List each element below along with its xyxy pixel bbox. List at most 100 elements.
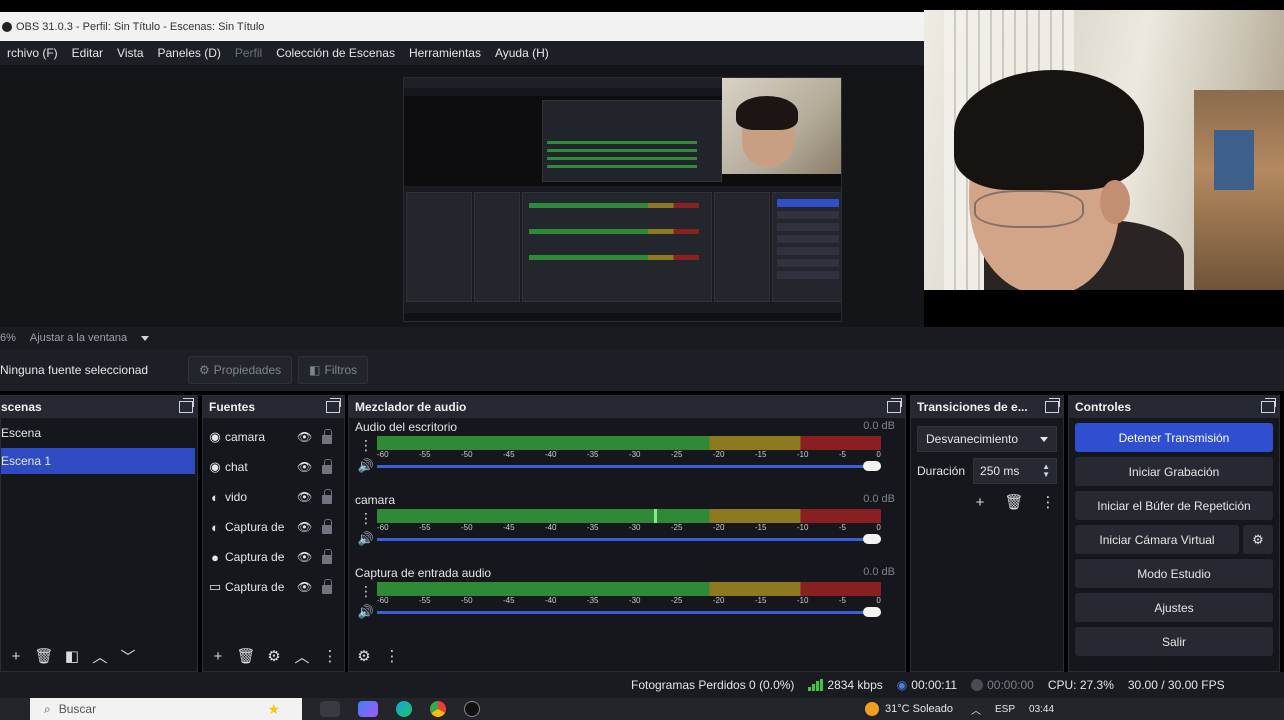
replay-buffer-button[interactable]: Iniciar el Búfer de Repetición: [1075, 491, 1273, 520]
add-icon[interactable]: +: [205, 644, 231, 668]
volume-fader[interactable]: [377, 534, 881, 544]
fader-knob[interactable]: [863, 534, 881, 544]
advanced-audio-icon[interactable]: ⚙: [351, 644, 377, 668]
language-indicator[interactable]: ESP: [995, 704, 1015, 715]
lock-icon[interactable]: [322, 459, 333, 474]
move-up-icon[interactable]: ︿: [87, 644, 113, 668]
menu-docks[interactable]: Paneles (D): [151, 46, 228, 60]
clock[interactable]: 03:44: [1029, 704, 1054, 715]
channel-menu-icon[interactable]: ⋮: [355, 510, 377, 527]
menu-tools[interactable]: Herramientas: [402, 46, 488, 60]
channel-menu-icon[interactable]: ⋮: [355, 583, 377, 600]
zoom-fit-label[interactable]: Ajustar a la ventana: [30, 332, 127, 344]
lock-icon[interactable]: [322, 519, 333, 534]
undock-icon[interactable]: [326, 398, 341, 413]
lock-icon[interactable]: [322, 489, 333, 504]
chevron-up-icon[interactable]: ︿: [971, 702, 981, 717]
scene-item[interactable]: Escena: [1, 420, 197, 446]
source-item[interactable]: ◉ camara 👁: [203, 422, 344, 452]
obs-taskbar-icon[interactable]: [464, 701, 480, 717]
fader-knob[interactable]: [863, 461, 881, 471]
channel-name: camara: [355, 493, 396, 507]
more-icon[interactable]: ⋮: [1035, 490, 1061, 514]
more-icon[interactable]: ⋮: [379, 644, 405, 668]
copilot-icon[interactable]: [358, 701, 378, 717]
bitrate-value: 2834 kbps: [827, 678, 883, 692]
weather-widget[interactable]: 31°C Soleado: [865, 702, 953, 716]
fader-knob[interactable]: [863, 607, 881, 617]
source-item[interactable]: ▭ Captura de 👁: [203, 572, 344, 602]
duration-spinbox[interactable]: 250 ms ▲ ▼: [973, 458, 1057, 484]
menu-help[interactable]: Ayuda (H): [488, 46, 556, 60]
source-item[interactable]: ◉ chat 👁: [203, 452, 344, 482]
preview-area[interactable]: [0, 65, 924, 327]
source-item[interactable]: ◐ vido 👁: [203, 482, 344, 512]
menu-edit[interactable]: Editar: [65, 46, 110, 60]
source-item[interactable]: ● Captura de 👁: [203, 542, 344, 572]
edge-icon[interactable]: [396, 701, 412, 717]
transitions-title: Transiciones de e...: [917, 400, 1028, 414]
studio-mode-button[interactable]: Modo Estudio: [1075, 559, 1273, 588]
chrome-icon[interactable]: [430, 701, 446, 717]
volume-fader[interactable]: [377, 607, 881, 617]
trash-icon[interactable]: 🗑: [233, 644, 259, 668]
preview-canvas[interactable]: [403, 77, 842, 322]
menu-view[interactable]: Vista: [110, 46, 150, 60]
zoom-dropdown-icon[interactable]: [141, 335, 150, 341]
stop-streaming-button[interactable]: Detener Transmisión: [1075, 423, 1273, 452]
undock-icon[interactable]: [887, 398, 902, 413]
meter-tick-label: -15: [754, 596, 767, 605]
source-item[interactable]: ◐ Captura de 👁: [203, 512, 344, 542]
meter-tick-label: -45: [502, 523, 515, 532]
visibility-eye-icon[interactable]: 👁: [297, 490, 312, 504]
taskbar-search[interactable]: ⌕ Buscar ★: [30, 698, 302, 720]
filters-button[interactable]: ◧ Filtros: [298, 356, 369, 384]
visibility-eye-icon[interactable]: 👁: [297, 520, 312, 534]
start-recording-button[interactable]: Iniciar Grabación: [1075, 457, 1273, 486]
add-icon[interactable]: +: [3, 644, 29, 668]
channel-name: Captura de entrada audio: [355, 566, 492, 580]
add-icon[interactable]: +: [967, 490, 993, 514]
visibility-eye-icon[interactable]: 👁: [297, 430, 312, 444]
menu-file[interactable]: rchivo (F): [0, 46, 65, 60]
lock-icon[interactable]: [322, 429, 333, 444]
properties-button[interactable]: ⚙ Propiedades: [188, 356, 293, 384]
stream-time: 00:00:11: [911, 678, 958, 692]
lock-icon[interactable]: [322, 579, 333, 594]
visibility-eye-icon[interactable]: 👁: [297, 550, 312, 564]
speaker-icon[interactable]: 🔊: [355, 531, 377, 547]
spin-arrows-icon[interactable]: ▲ ▼: [1042, 463, 1050, 479]
volume-fader[interactable]: [377, 461, 881, 471]
properties-label: Propiedades: [213, 363, 282, 377]
meter-tick-label: -10: [796, 596, 809, 605]
trash-icon[interactable]: 🗑: [1001, 490, 1027, 514]
preview-nested-screen: [542, 100, 722, 182]
settings-button[interactable]: Ajustes: [1075, 593, 1273, 622]
audio-mixer-dock: Mezclador de audio Audio del escritorio 0…: [348, 395, 906, 672]
chevron-down-icon: [1040, 436, 1048, 442]
meter-tick-label: -40: [544, 450, 557, 459]
virtual-camera-button[interactable]: Iniciar Cámara Virtual: [1075, 525, 1239, 554]
visibility-eye-icon[interactable]: 👁: [297, 580, 312, 594]
move-up-icon[interactable]: ︿: [289, 644, 315, 668]
undock-icon[interactable]: [179, 398, 194, 413]
exit-button[interactable]: Salir: [1075, 627, 1273, 656]
channel-menu-icon[interactable]: ⋮: [355, 437, 377, 454]
move-down-icon[interactable]: ﹀: [115, 644, 141, 668]
undock-icon[interactable]: [1045, 398, 1060, 413]
menu-scene-collection[interactable]: Colección de Escenas: [269, 46, 402, 60]
task-view-icon[interactable]: [320, 701, 340, 717]
speaker-icon[interactable]: 🔊: [355, 458, 377, 474]
menu-profile[interactable]: Perfil: [228, 46, 269, 60]
transition-select[interactable]: Desvanecimiento: [917, 426, 1057, 452]
more-icon[interactable]: ⋮: [317, 644, 343, 668]
undock-icon[interactable]: [1261, 398, 1276, 413]
lock-icon[interactable]: [322, 549, 333, 564]
gear-icon[interactable]: ⚙: [1243, 525, 1273, 554]
trash-icon[interactable]: 🗑: [31, 644, 57, 668]
gear-icon[interactable]: ⚙: [261, 644, 287, 668]
speaker-icon[interactable]: 🔊: [355, 604, 377, 620]
scene-item-active[interactable]: Escena 1: [1, 448, 195, 474]
visibility-eye-icon[interactable]: 👁: [297, 460, 312, 474]
filter-icon[interactable]: ◧: [59, 644, 85, 668]
